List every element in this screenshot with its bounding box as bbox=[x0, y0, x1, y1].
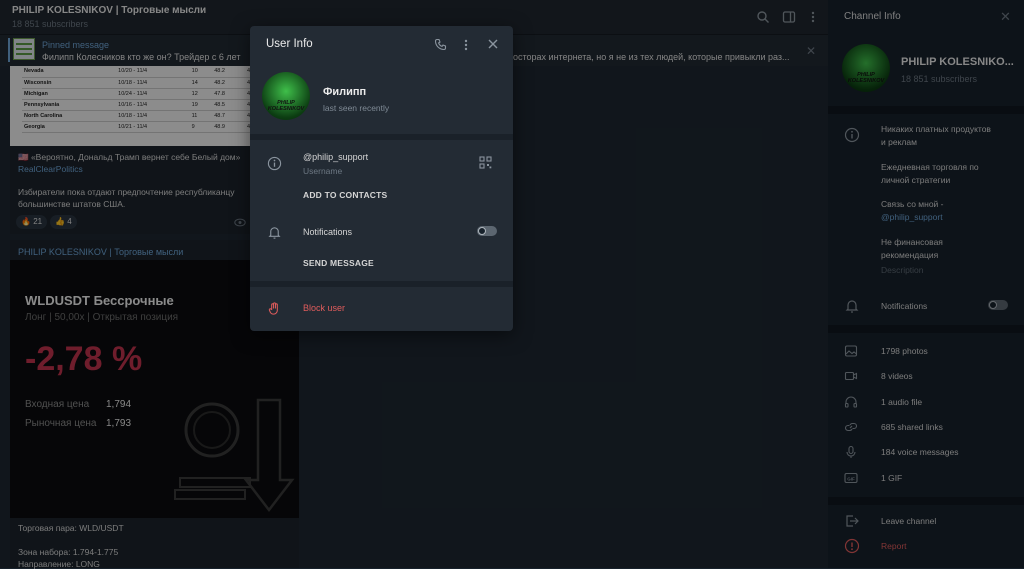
block-hand-icon bbox=[267, 301, 281, 315]
close-icon[interactable] bbox=[486, 38, 500, 52]
more-menu-icon[interactable] bbox=[459, 38, 473, 52]
phone-icon[interactable] bbox=[433, 38, 447, 52]
user-info-dialog: User Info PHILIP KOLESNIKOV Филипп last … bbox=[250, 26, 513, 331]
username-hint: Username bbox=[303, 166, 343, 176]
notifications-label: Notifications bbox=[303, 227, 353, 237]
user-name: Филипп bbox=[323, 86, 367, 98]
add-to-contacts-button[interactable]: ADD TO CONTACTS bbox=[303, 190, 387, 200]
info-icon bbox=[267, 156, 282, 171]
notifications-toggle[interactable] bbox=[477, 226, 497, 236]
username-value[interactable]: @philip_support bbox=[303, 152, 368, 162]
telegram-app: PHILIP KOLESNIKOV | Торговые мысли 18 85… bbox=[0, 0, 1024, 569]
bell-icon bbox=[267, 225, 281, 239]
dialog-title: User Info bbox=[266, 38, 313, 50]
avatar-logo-text: PHILIP KOLESNIKOV bbox=[267, 100, 305, 112]
dialog-divider bbox=[250, 281, 513, 287]
block-user-button[interactable]: Block user bbox=[303, 303, 345, 313]
qr-code-icon[interactable] bbox=[478, 156, 492, 170]
dialog-divider bbox=[250, 134, 513, 140]
user-avatar[interactable]: PHILIP KOLESNIKOV bbox=[262, 72, 310, 120]
send-message-button[interactable]: SEND MESSAGE bbox=[303, 258, 374, 268]
user-status: last seen recently bbox=[323, 103, 390, 113]
